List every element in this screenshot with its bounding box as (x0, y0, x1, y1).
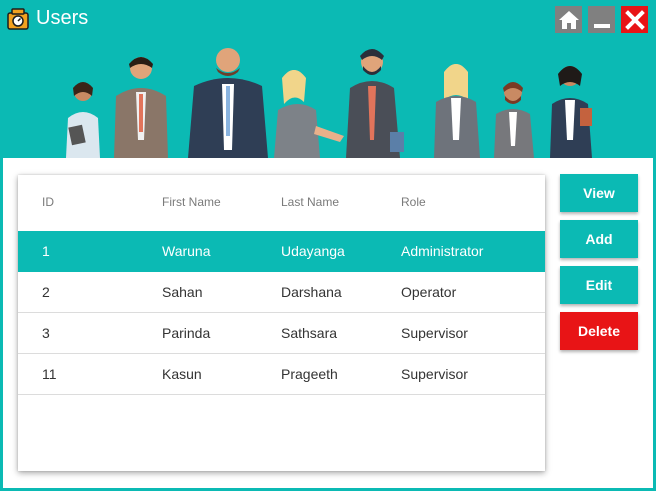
column-header-role: Role (401, 195, 426, 209)
cell-first-name: Parinda (162, 325, 211, 341)
users-window: Users ID First Name Last Name Role 1 War… (0, 0, 656, 491)
person-illustration (346, 49, 404, 158)
table-row[interactable]: 3 Parinda Sathsara Supervisor (18, 313, 545, 354)
add-button[interactable]: Add (560, 220, 638, 258)
edit-button[interactable]: Edit (560, 266, 638, 304)
column-header-id: ID (42, 195, 54, 209)
minimize-button[interactable] (588, 6, 615, 33)
close-button[interactable] (621, 6, 648, 33)
person-illustration (188, 48, 268, 158)
cell-first-name: Sahan (162, 284, 203, 300)
person-illustration (550, 66, 592, 158)
table-header: ID First Name Last Name Role (18, 175, 545, 231)
cell-id: 1 (42, 243, 50, 259)
home-icon (558, 10, 579, 29)
home-button[interactable] (555, 6, 582, 33)
table-row[interactable]: 1 Waruna Udayanga Administrator (18, 231, 545, 272)
close-icon (624, 9, 645, 30)
column-header-last-name: Last Name (281, 195, 340, 209)
cell-id: 3 (42, 325, 50, 341)
cell-last-name: Darshana (281, 284, 342, 300)
window-title: Users (36, 7, 89, 29)
person-illustration (274, 70, 344, 158)
cell-last-name: Udayanga (281, 243, 345, 259)
person-illustration (434, 64, 480, 158)
person-illustration (114, 57, 168, 158)
cell-role: Supervisor (401, 366, 468, 382)
cell-id: 2 (42, 284, 50, 300)
view-button[interactable]: View (560, 174, 638, 212)
cell-first-name: Kasun (162, 366, 202, 382)
team-illustration (66, 48, 592, 158)
scale-icon (7, 8, 29, 30)
table-row[interactable]: 11 Kasun Prageeth Supervisor (18, 354, 545, 395)
cell-first-name: Waruna (162, 243, 211, 259)
cell-role: Operator (401, 284, 457, 300)
cell-id: 11 (42, 366, 57, 382)
cell-role: Administrator (401, 243, 484, 259)
column-header-first-name: First Name (162, 195, 221, 209)
cell-last-name: Prageeth (281, 366, 338, 382)
minimize-icon (593, 23, 610, 28)
person-illustration (66, 82, 100, 158)
cell-role: Supervisor (401, 325, 468, 341)
cell-last-name: Sathsara (281, 325, 338, 341)
users-table: ID First Name Last Name Role 1 Waruna Ud… (18, 175, 545, 471)
person-illustration (494, 82, 534, 158)
delete-button[interactable]: Delete (560, 312, 638, 350)
table-row[interactable]: 2 Sahan Darshana Operator (18, 272, 545, 313)
